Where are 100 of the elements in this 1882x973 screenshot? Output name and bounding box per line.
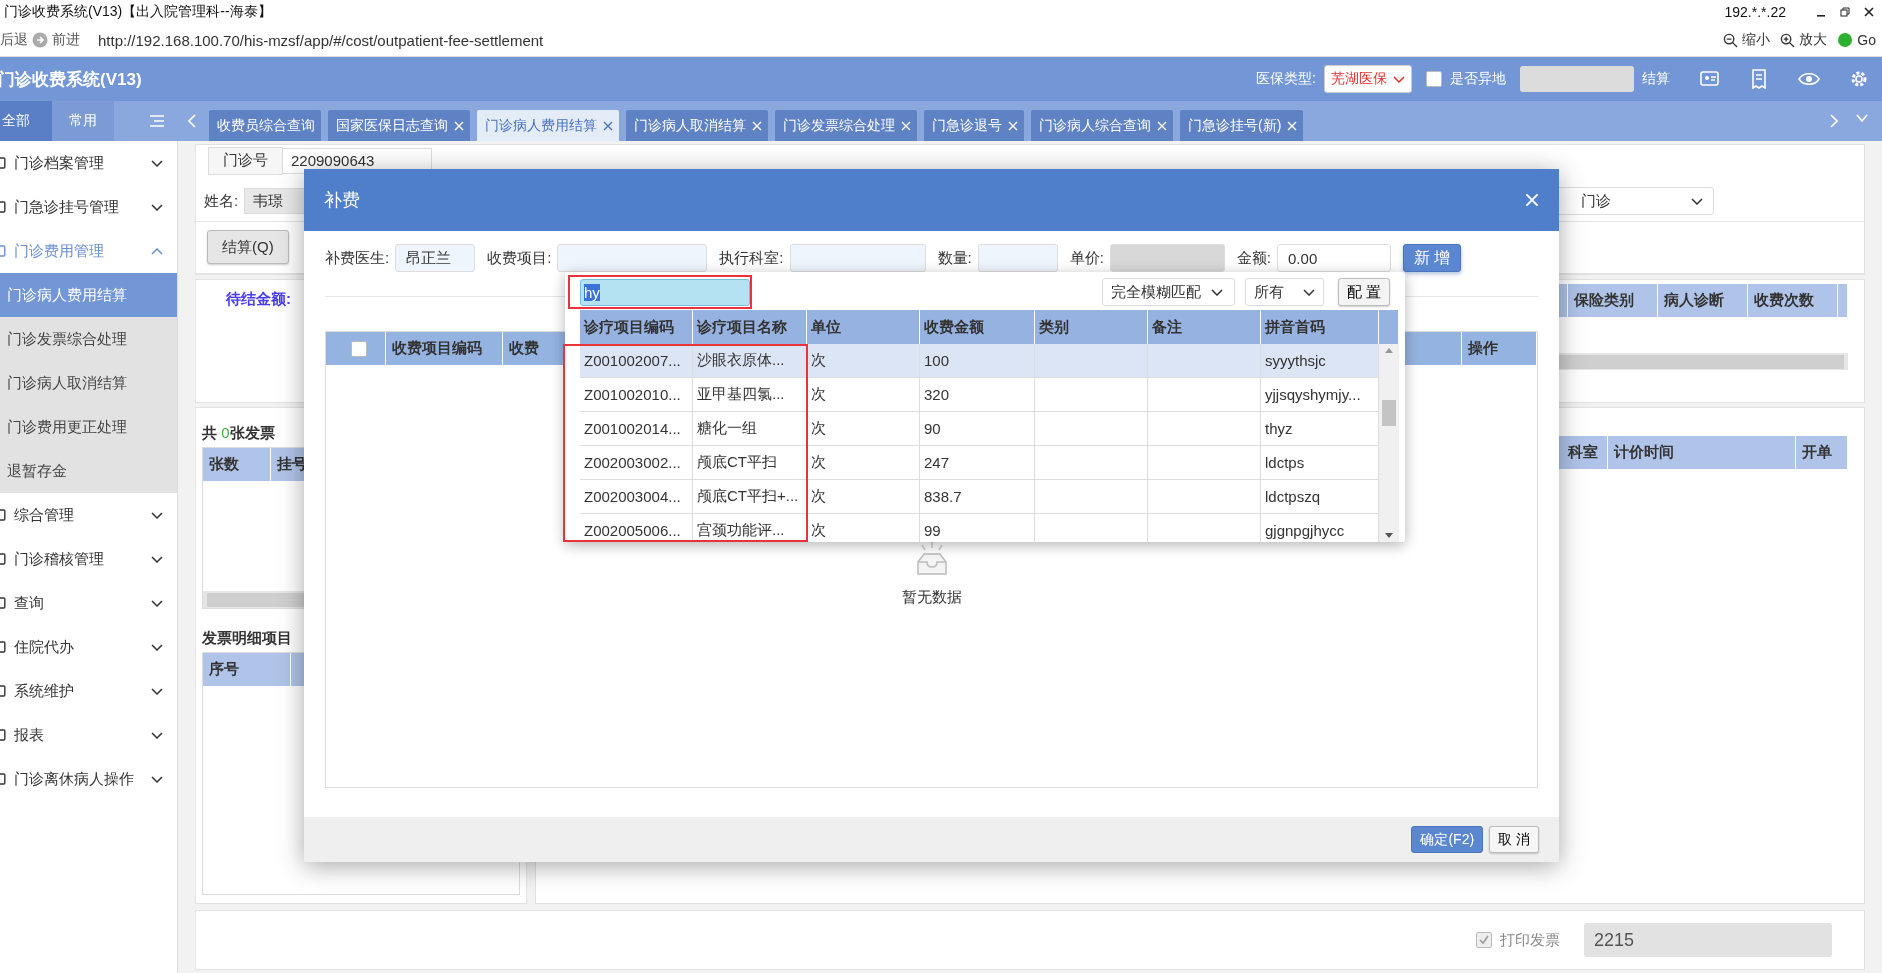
card-icon[interactable] bbox=[1700, 70, 1720, 88]
sidebar-subitem[interactable]: 门诊发票综合处理 bbox=[0, 317, 177, 361]
sidebar-item[interactable]: 报表 bbox=[0, 713, 177, 757]
chevron-left-icon[interactable] bbox=[188, 114, 196, 128]
forward-button[interactable]: 前进 bbox=[52, 31, 80, 49]
settings-icon[interactable] bbox=[1850, 70, 1868, 88]
field-label: 执行科室: bbox=[719, 248, 784, 268]
detail-title: 发票明细项目 bbox=[202, 629, 293, 648]
table-cell: Z002003004... bbox=[584, 488, 681, 505]
tab[interactable]: 门诊病人综合查询 bbox=[1031, 110, 1173, 141]
scroll-thumb[interactable] bbox=[1382, 400, 1396, 426]
cancel-button[interactable]: 取 消 bbox=[1489, 826, 1539, 853]
chevron-down-icon[interactable] bbox=[1856, 114, 1868, 122]
result-row[interactable]: Z001002010... 亚甲基四氯... 次 320 yjjsqyshymjy... bbox=[580, 378, 1379, 412]
go-icon[interactable] bbox=[1837, 32, 1854, 48]
empty-message: 暂无数据 bbox=[901, 588, 962, 607]
chevron-down-icon bbox=[1302, 288, 1315, 296]
receipt-icon[interactable] bbox=[1750, 69, 1768, 89]
tab[interactable]: 门急诊挂号(新) bbox=[1180, 110, 1304, 141]
sidebar-item[interactable]: 系统维护 bbox=[0, 669, 177, 713]
result-row[interactable]: Z001002007... 沙眼衣原体... 次 100 syyythsjc bbox=[580, 344, 1379, 378]
print-invoice-label: 打印发票 bbox=[1500, 930, 1560, 950]
chevron-down-icon bbox=[1393, 75, 1405, 83]
table-cell: ldctpszq bbox=[1265, 488, 1321, 505]
chevron-down-icon bbox=[1210, 288, 1223, 296]
chevron-down-icon bbox=[151, 511, 163, 519]
checkbox[interactable] bbox=[1476, 932, 1492, 948]
zoom-out-button[interactable]: 缩小 bbox=[1742, 31, 1771, 49]
tab[interactable]: 门急诊退号 bbox=[924, 110, 1024, 141]
zoom-in-button[interactable]: 放大 bbox=[1799, 31, 1828, 49]
chevron-down-icon bbox=[151, 775, 163, 783]
result-row[interactable]: Z002003004... 颅底CT平扫+... 次 838.7 ldctpszq bbox=[580, 480, 1379, 514]
scope-select[interactable]: 所有 bbox=[1244, 278, 1324, 306]
eye-icon[interactable] bbox=[1798, 71, 1820, 87]
checkbox[interactable] bbox=[350, 340, 367, 357]
tab[interactable]: 国家医保日志查询 bbox=[328, 110, 470, 141]
sidebar-item[interactable]: 门诊离休病人操作 bbox=[0, 757, 177, 801]
chevron-down-icon bbox=[151, 203, 163, 211]
table-cell: 宫颈功能评... bbox=[697, 521, 785, 540]
table-cell: 次 bbox=[811, 419, 826, 438]
sidebar-subitem[interactable]: 退暂存金 bbox=[0, 449, 177, 493]
sidebar-tab[interactable]: 全部 bbox=[0, 101, 52, 141]
input-field[interactable] bbox=[1109, 244, 1225, 272]
column-header: 诊疗项目名称 bbox=[693, 310, 807, 344]
zoom-out-icon[interactable] bbox=[1723, 32, 1739, 48]
invoice-number-field[interactable]: 2215 bbox=[1584, 923, 1832, 957]
arrow-down-icon[interactable] bbox=[1385, 533, 1393, 538]
sidebar-item[interactable]: 门诊档案管理 bbox=[0, 141, 177, 185]
table-cell: gjgnpgjhycc bbox=[1265, 522, 1345, 539]
sidebar-subitem[interactable]: 门诊病人取消结算 bbox=[0, 361, 177, 405]
back-button[interactable]: 后退 bbox=[0, 31, 28, 49]
sidebar-item[interactable]: 住院代办 bbox=[0, 625, 177, 669]
sidebar-item[interactable]: 查询 bbox=[0, 581, 177, 625]
close-icon[interactable] bbox=[1864, 7, 1874, 17]
tab[interactable]: 门诊发票综合处理 bbox=[775, 110, 917, 141]
menu-icon[interactable] bbox=[150, 115, 164, 127]
tab[interactable]: 门诊病人费用结算 bbox=[477, 110, 619, 141]
tab[interactable]: 收费员综合查询 bbox=[209, 110, 321, 141]
zoom-in-icon[interactable] bbox=[1780, 32, 1796, 48]
visit-type-select[interactable]: 门诊 bbox=[1556, 187, 1714, 216]
settle-button[interactable]: 结算(Q) bbox=[207, 230, 289, 265]
field-label: 单价: bbox=[1069, 248, 1104, 268]
pending-amount-label: 待结金额: bbox=[226, 290, 291, 309]
app-title: 门诊收费系统(V13) bbox=[0, 68, 142, 91]
result-row[interactable]: Z002003002... 颅底CT平扫 次 247 ldctps bbox=[580, 446, 1379, 480]
input-field[interactable] bbox=[977, 244, 1058, 272]
confirm-button[interactable]: 确定(F2) bbox=[1411, 826, 1484, 853]
sidebar-item[interactable]: 门诊稽核管理 bbox=[0, 537, 177, 581]
search-field[interactable]: hy bbox=[580, 278, 750, 306]
checkbox[interactable] bbox=[1426, 71, 1442, 87]
restore-icon[interactable] bbox=[1840, 7, 1850, 17]
chevron-right-icon[interactable] bbox=[1830, 114, 1838, 128]
table-cell: 100 bbox=[924, 352, 950, 369]
column-header: 操作 bbox=[1462, 332, 1537, 365]
result-row[interactable]: Z001002014... 糖化一组 次 90 thyz bbox=[580, 412, 1379, 446]
match-mode-select[interactable]: 完全模糊匹配 bbox=[1101, 278, 1235, 306]
arrow-up-icon[interactable] bbox=[1385, 348, 1393, 353]
scrollbar[interactable] bbox=[1379, 344, 1399, 542]
table-cell: 次 bbox=[811, 351, 826, 370]
sidebar-item[interactable]: 门急诊挂号管理 bbox=[0, 185, 177, 229]
input-field[interactable] bbox=[789, 244, 926, 272]
remote-field[interactable] bbox=[1520, 66, 1634, 92]
table-cell: 次 bbox=[811, 453, 826, 472]
add-button[interactable]: 新 增 bbox=[1403, 244, 1462, 272]
insurance-type-select[interactable]: 芜湖医保 bbox=[1324, 65, 1412, 93]
sidebar-subitem[interactable]: 门诊费用更正处理 bbox=[0, 405, 177, 449]
url-field[interactable]: http://192.168.100.70/his-mzsf/app/#/cost/outpatient-fee-settlement bbox=[98, 31, 544, 49]
tab[interactable]: 门诊病人取消结算 bbox=[626, 110, 768, 141]
table-cell: 247 bbox=[924, 454, 950, 471]
table-cell: Z001002007... bbox=[584, 352, 681, 369]
chevron-down-icon bbox=[1691, 197, 1703, 205]
column-header: 收费次数 bbox=[1748, 284, 1838, 317]
visit-number-label: 门诊号 bbox=[208, 146, 283, 175]
go-button[interactable]: Go bbox=[1857, 32, 1876, 48]
input-field[interactable]: 昂正兰 bbox=[395, 244, 476, 272]
input-field[interactable]: 0.00 bbox=[1277, 244, 1392, 272]
sidebar-item[interactable]: 综合管理 bbox=[0, 493, 177, 537]
config-button[interactable]: 配 置 bbox=[1337, 278, 1390, 306]
input-field[interactable] bbox=[557, 244, 708, 272]
forward-icon[interactable] bbox=[32, 32, 48, 48]
